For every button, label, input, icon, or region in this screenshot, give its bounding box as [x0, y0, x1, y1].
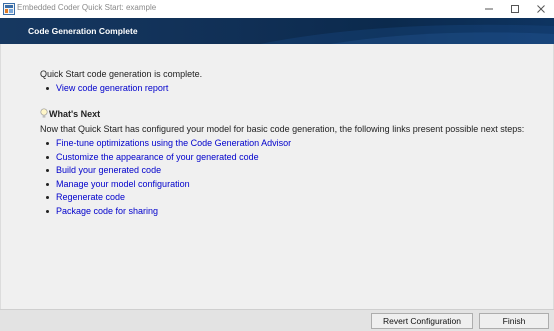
bullet: [46, 156, 49, 159]
bullet: [46, 142, 49, 145]
banner-title: Code Generation Complete: [28, 26, 138, 36]
lightbulb-icon: [40, 108, 48, 118]
close-icon: [537, 5, 545, 13]
regenerate-code-link[interactable]: Regenerate code: [56, 192, 125, 202]
build-code-link[interactable]: Build your generated code: [56, 165, 161, 175]
customize-appearance-link[interactable]: Customize the appearance of your generat…: [56, 152, 259, 162]
maximize-button[interactable]: [502, 0, 528, 18]
revert-configuration-button[interactable]: Revert Configuration: [371, 313, 473, 329]
title-bar: Embedded Coder Quick Start: example: [0, 0, 554, 18]
package-code-link[interactable]: Package code for sharing: [56, 206, 158, 216]
bullet: [46, 87, 49, 90]
status-message: Quick Start code generation is complete.: [40, 69, 203, 79]
bullet: [46, 196, 49, 199]
matlab-app-icon: [3, 3, 15, 15]
header-banner: Code Generation Complete: [0, 18, 554, 44]
minimize-icon: [485, 8, 493, 10]
view-report-link[interactable]: View code generation report: [56, 83, 168, 93]
main-content: Quick Start code generation is complete.…: [0, 44, 554, 309]
manage-configuration-link[interactable]: Manage your model configuration: [56, 179, 190, 189]
code-generation-advisor-link[interactable]: Fine-tune optimizations using the Code G…: [56, 138, 291, 148]
bullet: [46, 210, 49, 213]
next-steps-intro: Now that Quick Start has configured your…: [40, 124, 525, 134]
footer-bar: Revert Configuration Finish: [0, 309, 554, 331]
close-button[interactable]: [528, 0, 554, 18]
maximize-icon: [511, 5, 519, 13]
bullet: [46, 183, 49, 186]
finish-button[interactable]: Finish: [479, 313, 549, 329]
minimize-button[interactable]: [476, 0, 502, 18]
whats-next-heading: What's Next: [49, 109, 101, 119]
bullet: [46, 169, 49, 172]
window-title: Embedded Coder Quick Start: example: [17, 3, 157, 12]
